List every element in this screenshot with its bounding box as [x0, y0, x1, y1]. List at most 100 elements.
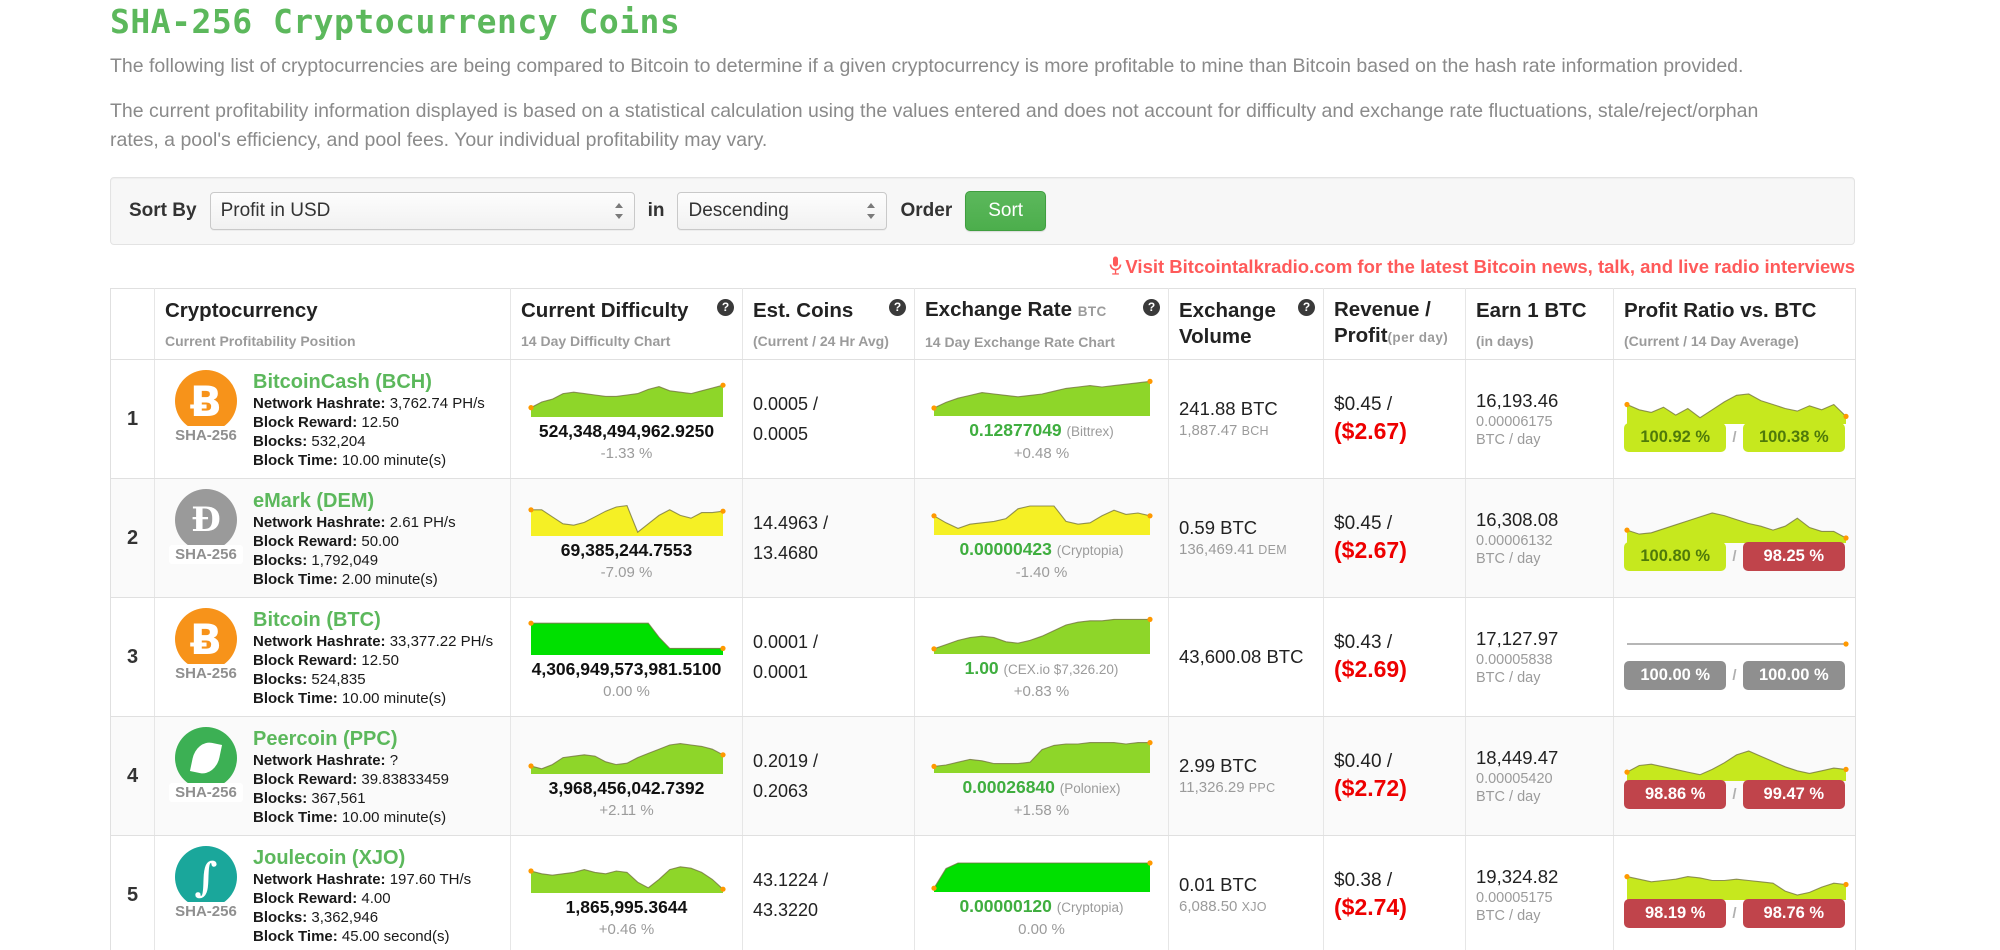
- col-title-est-coins: Est. Coins: [753, 299, 854, 322]
- profit-value: ($2.74): [1334, 894, 1407, 920]
- exchange-rate-source: (Cryptopia): [1056, 900, 1124, 915]
- coin-block-time: Block Time: 10.00 minute(s): [253, 452, 447, 469]
- profit-ratio-average-badge: 100.38 %: [1742, 423, 1846, 452]
- help-icon-difficulty[interactable]: ?: [717, 299, 734, 316]
- exchange-rate-sparkline: [930, 378, 1153, 416]
- col-header-earn-btc: Earn 1 BTC (in days): [1465, 288, 1614, 360]
- profit-ratio-sparkline: [1627, 641, 1849, 647]
- profit-ratio-sparkline: [1624, 874, 1849, 900]
- volume-coin: 6,088.50 XJO: [1179, 898, 1267, 915]
- col-title-exchange-rate: Exchange Rate: [925, 298, 1072, 321]
- difficulty-value: 1,865,995.3644: [565, 896, 688, 917]
- profit-value: ($2.67): [1334, 537, 1407, 563]
- cell-exchange-rate: 0.00000120 (Cryptopia) 0.00 %: [914, 835, 1169, 950]
- row-rank: 3: [110, 597, 155, 717]
- est-coins-average: 0.0005: [753, 424, 809, 444]
- cell-earn-btc: 19,324.82 0.00005175 BTC / day: [1465, 835, 1614, 950]
- earn-rate-unit: BTC / day: [1476, 789, 1541, 805]
- profit-value: ($2.72): [1334, 775, 1407, 801]
- col-header-rank: [110, 288, 155, 360]
- earn-days: 19,324.82: [1476, 866, 1559, 887]
- volume-btc: 0.59 BTC: [1179, 517, 1258, 538]
- earn-rate-unit: BTC / day: [1476, 551, 1541, 567]
- profit-ratio-average-badge: 99.47 %: [1742, 780, 1846, 809]
- microphone-icon: [1109, 256, 1122, 280]
- col-title-profit-ratio: Profit Ratio vs. BTC: [1624, 299, 1817, 322]
- ratio-separator: /: [1732, 548, 1737, 565]
- coin-blocks: Blocks: 3,362,946: [253, 909, 379, 926]
- cell-profit-ratio: 100.80 % / 98.25 %: [1613, 478, 1856, 598]
- cell-cryptocurrency: Ƀ SHA-256 BitcoinCash (BCH) Network Hash…: [154, 359, 511, 479]
- volume-coin: 1,887.47 BCH: [1179, 422, 1269, 439]
- sort-by-value: Profit in USD: [220, 200, 331, 221]
- order-label: Order: [900, 200, 953, 221]
- col-title-earn-btc: Earn 1 BTC: [1476, 299, 1587, 322]
- cell-exchange-rate: 0.00000423 (Cryptopia) -1.40 %: [914, 478, 1169, 598]
- coin-name-link[interactable]: eMark (DEM): [253, 489, 500, 513]
- exchange-rate-source: (Bittrex): [1066, 424, 1114, 439]
- table-head: Cryptocurrency Current Profitability Pos…: [110, 288, 1856, 360]
- leaf-shape: [189, 739, 223, 777]
- page-root: SHA-256 Cryptocurrency Coins The followi…: [0, 0, 2000, 950]
- est-coins-average: 43.3220: [753, 900, 819, 920]
- sort-direction-value: Descending: [688, 200, 789, 221]
- profit-ratio-current-badge: 98.86 %: [1624, 780, 1727, 809]
- table-row: 3 Ƀ SHA-256 Bitcoin (BTC) Network Hashra…: [110, 597, 1856, 717]
- help-icon-est-coins[interactable]: ?: [889, 299, 906, 316]
- revenue-value: $0.45 /: [1334, 394, 1393, 415]
- est-coins-current: 43.1224 /: [753, 870, 829, 890]
- cell-difficulty: 1,865,995.3644 +0.46 %: [510, 835, 743, 950]
- exchange-rate-value: 0.12877049 (Bittrex): [969, 420, 1114, 440]
- cell-earn-btc: 16,193.46 0.00006175 BTC / day: [1465, 359, 1614, 479]
- coin-name-link[interactable]: Joulecoin (XJO): [253, 846, 500, 870]
- coin-blocks: Blocks: 532,204: [253, 433, 366, 450]
- difficulty-change: +2.11 %: [599, 801, 654, 819]
- in-label: in: [647, 200, 665, 221]
- emark-coin-icon: Ð: [175, 489, 237, 551]
- radio-promo-banner[interactable]: Visit Bitcointalkradio.com for the lates…: [110, 256, 1855, 280]
- intro-paragraph-2: The current profitability information di…: [110, 100, 1759, 151]
- difficulty-sparkline: [527, 504, 726, 536]
- difficulty-change: 0.00 %: [603, 682, 650, 700]
- cell-cryptocurrency: ∫ SHA-256 Joulecoin (XJO) Network Hashra…: [154, 835, 511, 950]
- coin-name-link[interactable]: Peercoin (PPC): [253, 727, 500, 751]
- cell-exchange-rate: 0.12877049 (Bittrex) +0.48 %: [914, 359, 1169, 479]
- coin-name-link[interactable]: Bitcoin (BTC): [253, 608, 500, 632]
- coin-blocks: Blocks: 524,835: [253, 671, 366, 688]
- earn-rate-unit: BTC / day: [1476, 432, 1541, 448]
- profit-ratio-average-badge: 98.76 %: [1742, 899, 1846, 928]
- coin-name-link[interactable]: BitcoinCash (BCH): [253, 370, 500, 394]
- sort-button[interactable]: Sort: [965, 191, 1047, 231]
- coin-blocks: Blocks: 1,792,049: [253, 552, 379, 569]
- exchange-rate-sparkline: [930, 616, 1153, 654]
- volume-btc: 2.99 BTC: [1179, 755, 1258, 776]
- cell-revenue-profit: $0.45 / ($2.67): [1323, 478, 1466, 598]
- coin-badge: Ð SHA-256: [169, 487, 243, 564]
- help-icon-exchange-volume[interactable]: ?: [1298, 299, 1315, 316]
- coin-block-time: Block Time: 45.00 second(s): [253, 928, 450, 945]
- cell-est-coins: 0.0001 / 0.0001: [742, 597, 915, 717]
- coin-hashrate: Network Hashrate: 3,762.74 PH/s: [253, 395, 485, 412]
- sort-by-select[interactable]: Profit in USD: [209, 192, 635, 230]
- cell-earn-btc: 18,449.47 0.00005420 BTC / day: [1465, 716, 1614, 836]
- cell-exchange-rate: 1.00 (CEX.io $7,326.20) +0.83 %: [914, 597, 1169, 717]
- coin-hashrate: Network Hashrate: ?: [253, 752, 399, 769]
- ratio-separator: /: [1732, 905, 1737, 922]
- volume-btc: 43,600.08 BTC: [1179, 646, 1304, 667]
- coin-block-reward: Block Reward: 12.50: [253, 414, 399, 431]
- cell-est-coins: 43.1224 / 43.3220: [742, 835, 915, 950]
- earn-rate: 0.00006132: [1476, 533, 1553, 549]
- revenue-value: $0.43 /: [1334, 632, 1393, 653]
- ratio-separator: /: [1732, 429, 1737, 446]
- profit-ratio-current-badge: 100.80 %: [1624, 542, 1727, 571]
- earn-rate-unit: BTC / day: [1476, 670, 1541, 686]
- bitcoin-coin-icon: Ƀ: [175, 608, 237, 670]
- col-sub-profit-ratio: (Current / 14 Day Average): [1624, 333, 1799, 349]
- table-row: 2 Ð SHA-256 eMark (DEM) Network Hashrate…: [110, 478, 1856, 598]
- sort-direction-select[interactable]: Descending: [677, 192, 888, 230]
- algorithm-tag: SHA-256: [169, 783, 243, 802]
- help-icon-exchange-rate[interactable]: ?: [1143, 299, 1160, 316]
- table-header-row: Cryptocurrency Current Profitability Pos…: [110, 288, 1856, 360]
- exchange-rate-source: (CEX.io $7,326.20): [1003, 662, 1119, 677]
- difficulty-value: 4,306,949,573,981.5100: [531, 658, 722, 679]
